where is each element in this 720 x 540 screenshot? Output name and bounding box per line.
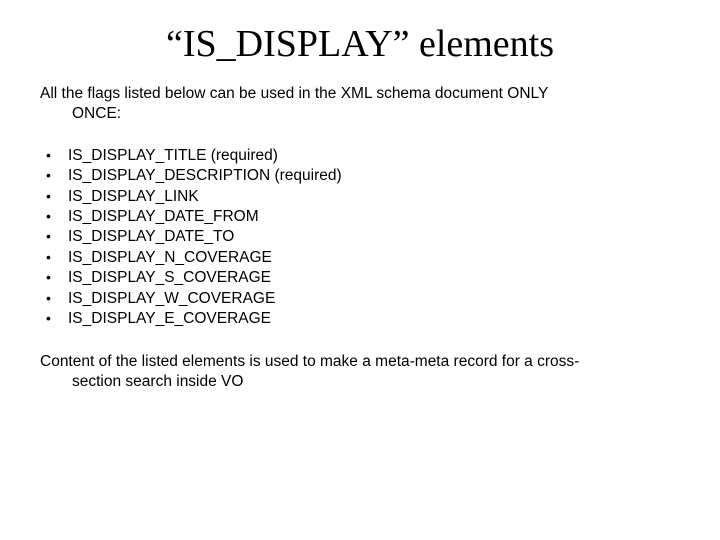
flag-name: IS_DISPLAY_N_COVERAGE [68,249,272,266]
flags-list: IS_DISPLAY_TITLE (required) IS_DISPLAY_D… [40,146,680,330]
list-item: IS_DISPLAY_DESCRIPTION (required) [40,166,680,186]
list-item: IS_DISPLAY_E_COVERAGE [40,309,680,329]
list-item: IS_DISPLAY_LINK [40,187,680,207]
list-item: IS_DISPLAY_W_COVERAGE [40,289,680,309]
flag-name: IS_DISPLAY_DATE_TO [68,228,234,245]
closing-line-1: Content of the listed elements is used t… [40,353,579,370]
flag-name: IS_DISPLAY_TITLE [68,147,206,164]
flag-name: IS_DISPLAY_W_COVERAGE [68,290,275,307]
slide-body: All the flags listed below can be used i… [0,84,720,391]
flag-name: IS_DISPLAY_DATE_FROM [68,208,259,225]
slide: “IS_DISPLAY” elements All the flags list… [0,0,720,540]
flag-suffix: (required) [270,167,342,184]
closing-paragraph: Content of the listed elements is used t… [40,352,680,392]
flag-name: IS_DISPLAY_DESCRIPTION [68,167,270,184]
flag-name: IS_DISPLAY_E_COVERAGE [68,310,271,327]
list-item: IS_DISPLAY_DATE_FROM [40,207,680,227]
flag-name: IS_DISPLAY_S_COVERAGE [68,269,271,286]
list-item: IS_DISPLAY_DATE_TO [40,227,680,247]
list-item: IS_DISPLAY_N_COVERAGE [40,248,680,268]
intro-paragraph: All the flags listed below can be used i… [40,84,680,124]
flag-name: IS_DISPLAY_LINK [68,188,199,205]
slide-title: “IS_DISPLAY” elements [0,0,720,84]
list-item: IS_DISPLAY_TITLE (required) [40,146,680,166]
closing-line-2: section search inside VO [40,372,680,392]
intro-line-1: All the flags listed below can be used i… [40,85,548,102]
list-item: IS_DISPLAY_S_COVERAGE [40,268,680,288]
intro-line-2: ONCE: [40,104,680,124]
flag-suffix: (required) [206,147,278,164]
